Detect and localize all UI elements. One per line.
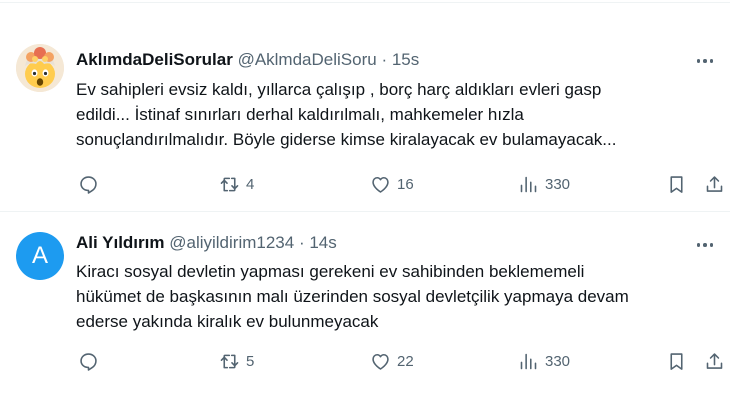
bookmark-icon [670,352,683,370]
retweet-button[interactable]: 5 [219,349,254,373]
separator: · [381,50,388,69]
avatar[interactable] [16,44,64,92]
retweet-count: 5 [246,352,255,370]
heart-icon [372,353,389,370]
retweet-icon [220,354,239,368]
share-icon [706,352,723,369]
heart-icon [372,176,389,193]
views-icon [520,353,537,369]
tweet-header: Ali Yıldırım @aliyildirim1234 · 14s [76,232,337,254]
tweet-text-line: hükümet de başkasının malı üzerinden sos… [76,287,629,306]
views-count: 330 [545,175,571,193]
tweet[interactable]: A Ali Yıldırım @aliyildirim1234 · 14s Ki… [0,212,730,420]
views-button[interactable]: 330 [518,349,570,373]
display-name[interactable]: Ali Yıldırım [76,233,165,252]
separator: · [298,233,305,252]
views-count: 330 [545,352,571,370]
share-icon [706,175,723,192]
more-icon[interactable] [694,236,716,254]
handle[interactable]: @AklmdaDeliSoru [238,50,377,69]
reply-icon [80,175,97,194]
retweet-icon [220,177,239,191]
handle[interactable]: @aliyildirim1234 [169,233,294,252]
share-button[interactable] [704,172,725,196]
retweet-button[interactable]: 4 [219,172,254,196]
views-button[interactable]: 330 [518,172,570,196]
timestamp[interactable]: 14s [309,233,336,252]
reply-button[interactable] [78,349,105,373]
bookmark-button[interactable] [666,172,687,196]
tweet[interactable]: AklımdaDeliSorular @AklmdaDeliSoru · 15s… [0,0,730,212]
bookmark-button[interactable] [666,349,687,373]
reply-icon [80,352,97,371]
tweet-text-line: ederse yakında kiralık ev bulunmeyacak [76,312,379,331]
retweet-count: 4 [246,175,255,193]
action-bar: 4 16 330 [0,172,730,196]
avatar[interactable]: A [16,232,64,280]
views-icon [520,176,537,192]
display-name[interactable]: AklımdaDeliSorular [76,50,233,69]
avatar-letter: A [31,242,48,269]
exploding-head-emoji-icon [16,44,64,92]
timestamp[interactable]: 15s [392,50,419,69]
tweet-text-line: Ev sahipleri evsiz kaldı, yıllarca çalış… [76,80,602,99]
reply-button[interactable] [78,172,105,196]
bookmark-icon [670,175,683,193]
tweet-text-line: edildi... İstinaf sınırları derhal kaldı… [76,105,524,124]
tweet-text: Ev sahipleri evsiz kaldı, yıllarca çalış… [76,77,716,152]
tweet-text-line: Kiracı sosyal devletin yapması gerekeni … [76,262,585,281]
tweet-text: Kiracı sosyal devletin yapması gerekeni … [76,259,716,334]
tweet-text-line: sonuçlandırılmalıdır. Böyle giderse kims… [76,130,617,149]
like-button[interactable]: 22 [370,349,414,373]
more-icon[interactable] [694,52,716,70]
like-count: 22 [397,352,414,370]
share-button[interactable] [704,349,725,373]
like-button[interactable]: 16 [370,172,414,196]
tweet-header: AklımdaDeliSorular @AklmdaDeliSoru · 15s [76,49,419,71]
action-bar: 5 22 330 [0,349,730,373]
like-count: 16 [397,175,414,193]
